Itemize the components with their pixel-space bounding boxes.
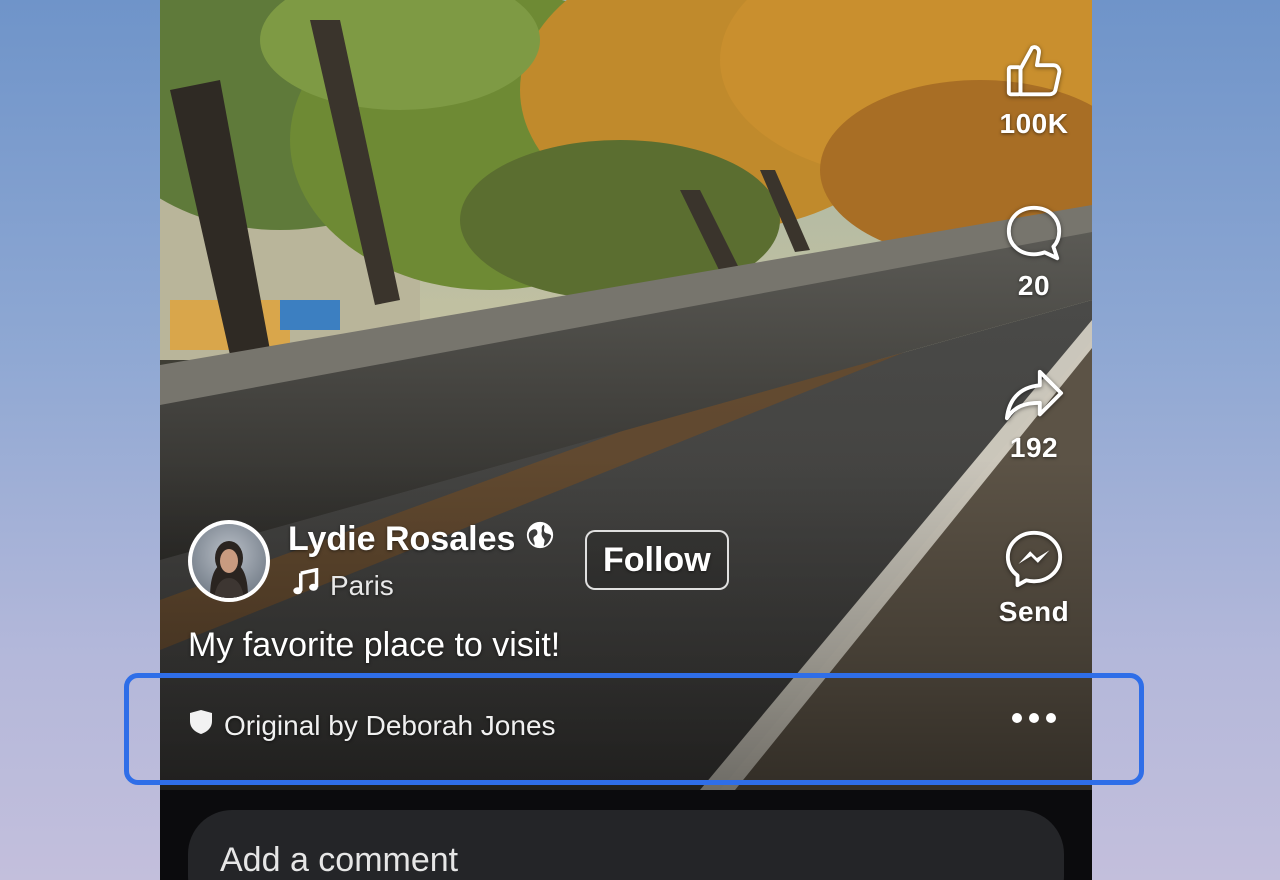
author-name-row: Lydie Rosales (288, 520, 555, 559)
follow-button[interactable]: Follow (585, 530, 729, 590)
like-count: 100K (999, 108, 1069, 139)
comment-bar (188, 810, 1064, 880)
music-note-icon (292, 567, 320, 603)
music-row[interactable]: Paris (292, 567, 394, 603)
messenger-icon (974, 528, 1092, 590)
comment-action[interactable]: 20 (974, 202, 1092, 302)
send-label: Send (998, 596, 1070, 627)
post-caption: My favorite place to visit! (188, 626, 561, 664)
reel-video[interactable] (160, 0, 1092, 790)
comment-input[interactable] (218, 836, 922, 880)
send-action[interactable]: Send (974, 528, 1092, 628)
highlight-box (124, 673, 1144, 785)
share-arrow-icon (974, 364, 1092, 426)
share-action[interactable]: 192 (974, 364, 1092, 464)
globe-icon (525, 520, 555, 559)
music-title: Paris (330, 569, 394, 601)
thumbs-up-icon (974, 40, 1092, 102)
author-name[interactable]: Lydie Rosales (288, 520, 515, 559)
comment-bubble-icon (974, 202, 1092, 264)
share-count: 192 (1009, 432, 1059, 463)
like-action[interactable]: 100K (974, 40, 1092, 140)
comment-count: 20 (1017, 270, 1051, 301)
avatar[interactable] (188, 520, 270, 602)
